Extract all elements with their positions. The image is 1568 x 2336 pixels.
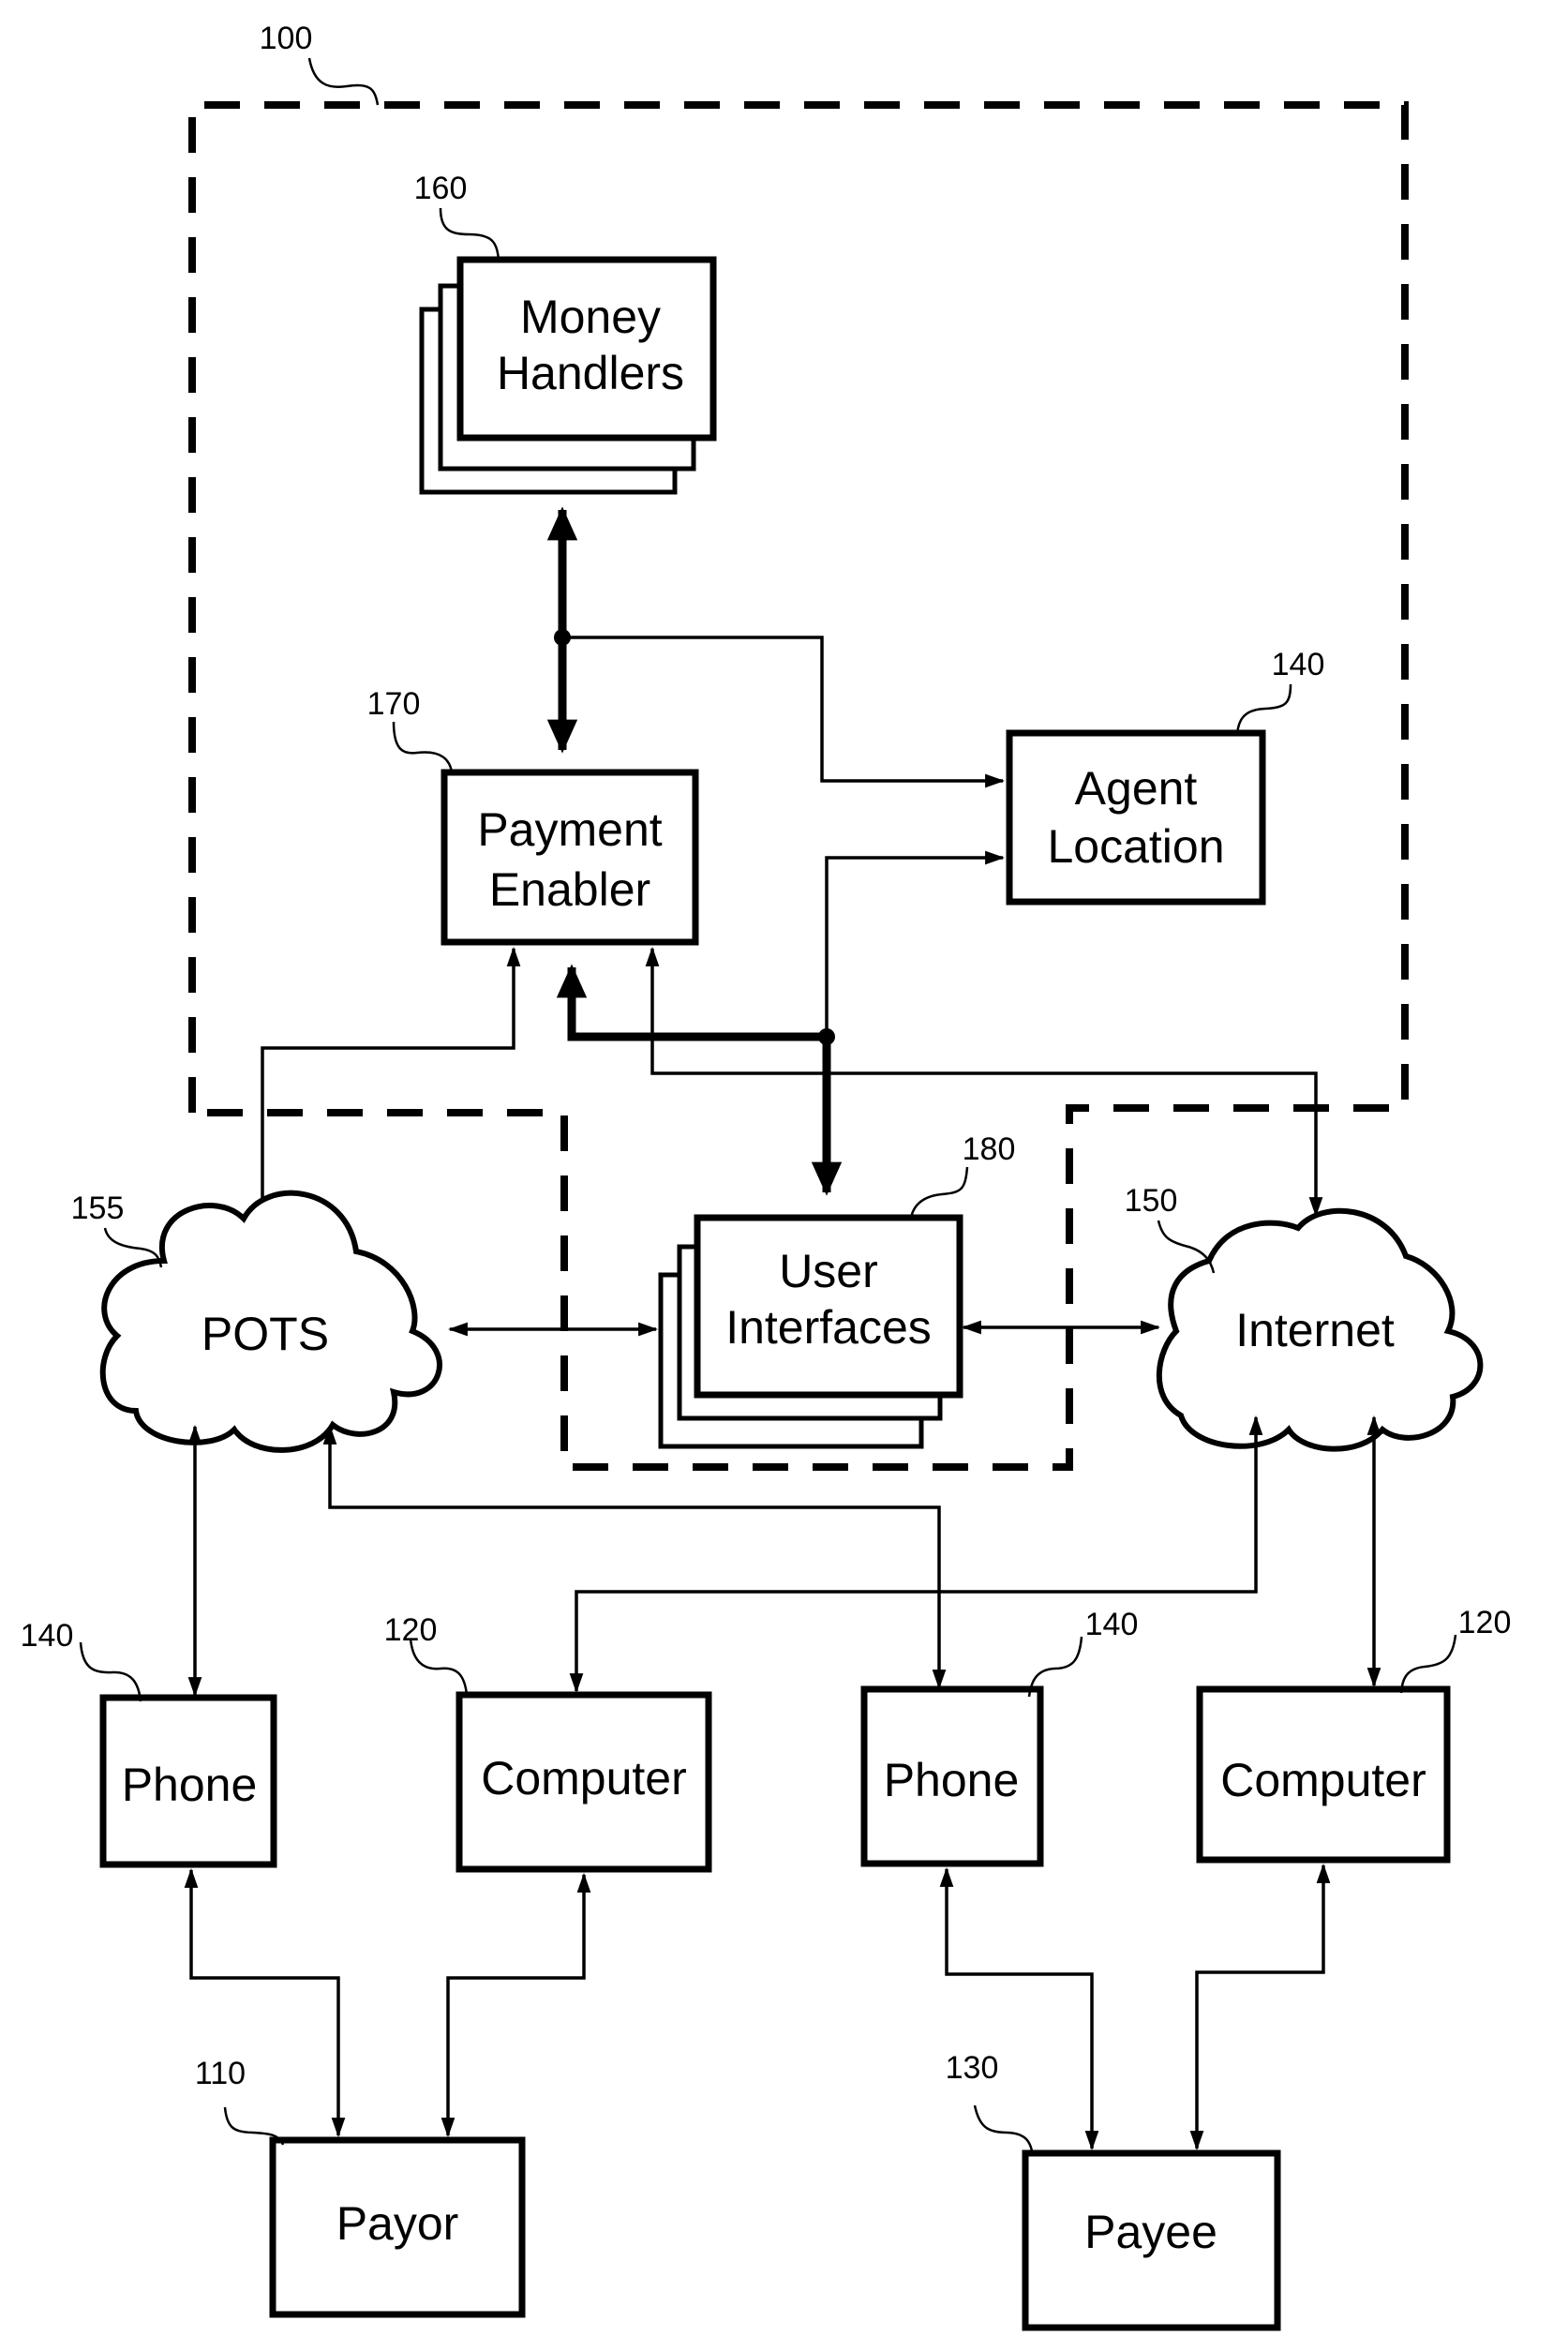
money-handlers-label-1: Money (520, 291, 661, 343)
ref-payment-enabler: 170 (367, 686, 421, 722)
user-interfaces-label-2: Interfaces (725, 1301, 932, 1354)
bus-ui-payment (556, 964, 827, 1041)
wire-internet-payment (645, 946, 1323, 1218)
wire-payor-computer-payor (441, 1872, 591, 2138)
money-handlers-stack: Money Handlers (419, 256, 717, 495)
wire-payee-phone-payee (939, 1866, 1099, 2151)
ref-payee-phone: 140 (1085, 1607, 1139, 1642)
agent-location-box (1006, 729, 1266, 906)
leader-agent-location (1235, 683, 1292, 734)
ref-pots: 155 (71, 1190, 125, 1226)
ref-agent-location: 140 (1272, 647, 1325, 682)
pots-label: POTS (202, 1308, 329, 1360)
payee-phone-label: Phone (884, 1754, 1020, 1806)
payment-system-diagram: 100 Money Handlers 160 Payment Enabler 1… (21, 21, 1512, 2331)
ref-payee: 130 (946, 2050, 999, 2086)
ref-payor: 110 (195, 2056, 246, 2091)
wire-pots-payment (255, 946, 521, 1221)
user-interfaces-label-1: User (779, 1245, 878, 1297)
internet-cloud: Internet (1156, 1207, 1484, 1452)
ref-system-boundary: 100 (260, 21, 313, 56)
payment-enabler-box (441, 769, 699, 946)
ref-payee-computer: 120 (1458, 1605, 1512, 1640)
ref-user-interfaces: 180 (963, 1131, 1016, 1167)
leader-payee (973, 2104, 1035, 2157)
money-handlers-label-2: Handlers (497, 347, 684, 399)
wire-internet-payor-computer (569, 1415, 1263, 1694)
wire-payor-phone-payor (184, 1867, 346, 2138)
leader-payee-computer (1399, 1634, 1457, 1694)
wire-to-agent-upper (562, 636, 1006, 788)
payor-computer-label: Computer (481, 1752, 687, 1804)
leader-payment-enabler (392, 721, 454, 773)
payment-enabler-label-2: Enabler (489, 863, 650, 916)
internet-label: Internet (1235, 1304, 1395, 1356)
agent-location-label-2: Location (1047, 820, 1224, 873)
wire-to-agent-lower (825, 850, 1006, 1037)
leader-money-handlers (439, 207, 500, 261)
ref-payor-phone: 140 (21, 1618, 74, 1654)
leader-user-interfaces (909, 1166, 969, 1219)
payee-computer-label: Computer (1220, 1754, 1426, 1806)
payor-label: Payor (336, 2197, 459, 2250)
user-interfaces-stack: User Interfaces (658, 1214, 963, 1449)
wire-payee-computer-payee (1189, 1863, 1331, 2151)
leader-system-boundary (307, 57, 380, 106)
ref-money-handlers: 160 (414, 171, 468, 206)
pots-cloud: POTS (99, 1190, 442, 1453)
leader-payor-phone (79, 1641, 142, 1702)
ref-internet: 150 (1125, 1183, 1178, 1219)
agent-location-label-1: Agent (1075, 762, 1198, 815)
payor-phone-label: Phone (122, 1759, 258, 1811)
payee-label: Payee (1084, 2206, 1217, 2258)
payment-enabler-label-1: Payment (477, 803, 662, 856)
